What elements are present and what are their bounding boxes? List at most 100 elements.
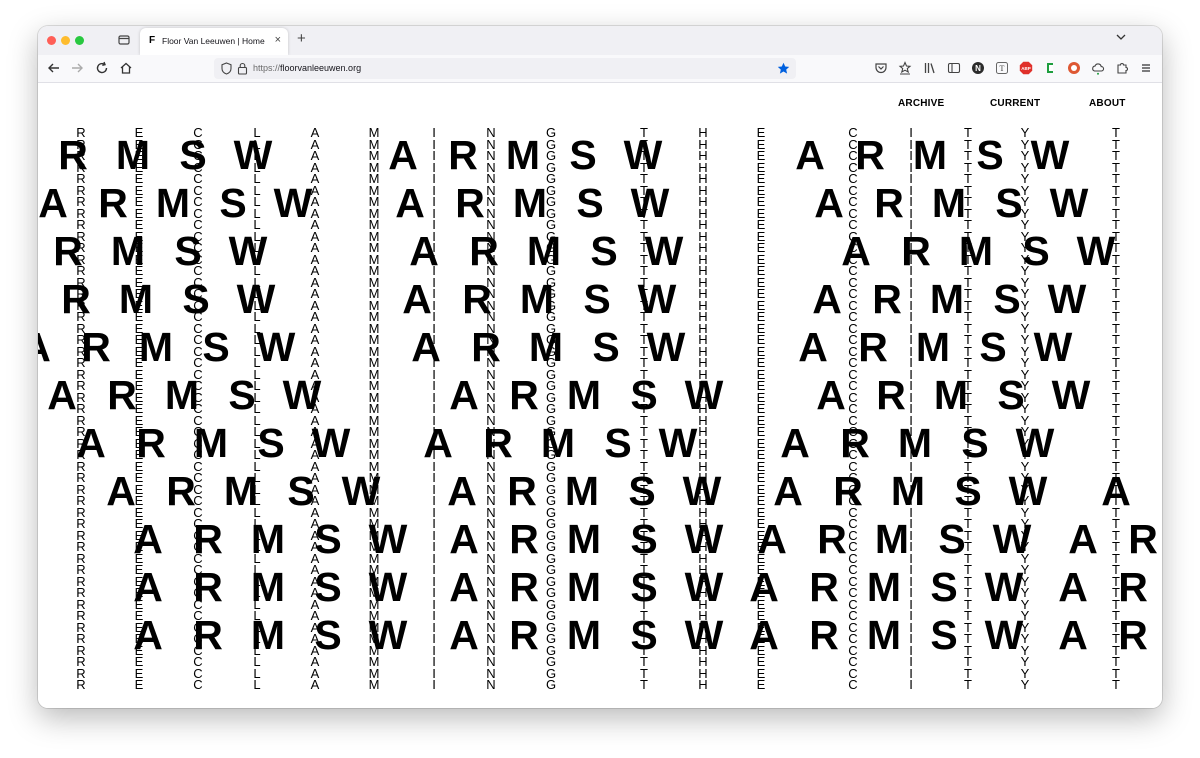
swarm-letter: M — [897, 420, 933, 466]
swarm-letter: A — [449, 516, 479, 562]
swarm-letter: S — [997, 372, 1025, 418]
active-tab[interactable]: F Floor Van Leeuwen | Home × — [140, 28, 288, 55]
swarm-word: SWARMSWARM — [663, 325, 1162, 369]
forward-arrow-icon[interactable] — [69, 60, 85, 76]
swarm-letter: M — [866, 612, 902, 658]
swarm-letter: R — [858, 324, 888, 370]
reload-icon[interactable] — [94, 60, 110, 76]
swarm-letter: R — [817, 516, 847, 562]
swarm-letter: A — [447, 468, 477, 514]
swarm-letter: M — [193, 420, 229, 466]
swarm-letter: R — [53, 228, 83, 274]
swarm-letter: R — [471, 324, 501, 370]
swarm-letter: R — [469, 228, 499, 274]
swarm-letter: R — [462, 276, 492, 322]
extension-n-icon[interactable]: N — [971, 61, 985, 75]
swarm-letter: W — [1047, 276, 1087, 322]
url-protocol: https:// — [253, 63, 281, 73]
swarm-word: SWARMSWARM — [677, 277, 1162, 321]
swarm-letter: A — [38, 277, 46, 321]
swarm-letter: R — [193, 612, 223, 658]
swarm-letter: A — [409, 228, 439, 274]
swarm-letter: M — [566, 372, 602, 418]
swarm-letter: R — [809, 612, 839, 658]
swarm-letter: A — [1101, 468, 1131, 514]
swarm-letter: S — [228, 372, 256, 418]
swarm-letter: A — [814, 180, 844, 226]
nav-archive-link[interactable]: ARCHIVE — [898, 98, 944, 109]
lock-icon[interactable] — [237, 62, 248, 75]
swarm-letter: A — [388, 132, 418, 178]
swarm-letter: A — [749, 612, 779, 658]
swarm-letter: A — [133, 564, 163, 610]
swarm-letter: S — [604, 420, 632, 466]
swarm-letter: R — [58, 132, 88, 178]
swarm-letter: R — [1146, 469, 1162, 513]
swarm-letter: A — [449, 564, 479, 610]
swarm-letter: A — [449, 612, 479, 658]
nav-current-link[interactable]: CURRENT — [990, 98, 1040, 109]
swarm-letter: R — [455, 180, 485, 226]
swarm-letter: S — [1022, 228, 1050, 274]
swarm-letter: M — [566, 516, 602, 562]
swarm-letter: S — [592, 324, 620, 370]
swarm-letter: A — [133, 516, 163, 562]
swarm-letter: R — [876, 372, 906, 418]
browser-window: F Floor Van Leeuwen | Home × + https://f… — [38, 26, 1162, 708]
swarm-word: SWARMSWARM — [681, 373, 1162, 417]
menu-icon[interactable] — [1139, 61, 1153, 75]
web-page: ARCHIVE CURRENT ABOUT R R R R R R R R R … — [38, 83, 1162, 708]
tab-list-icon[interactable] — [118, 34, 130, 45]
swarm-letter: A — [38, 180, 68, 226]
swarm-letter: M — [564, 468, 600, 514]
new-tab-button[interactable]: + — [297, 31, 306, 47]
swarm-letter: A — [411, 324, 441, 370]
minimize-window-button[interactable] — [61, 36, 70, 45]
pocket-icon[interactable] — [874, 61, 888, 75]
adblock-icon[interactable]: ABP — [1019, 61, 1033, 75]
swarm-letter: W — [1030, 132, 1070, 178]
swarm-letter: R — [1128, 516, 1158, 562]
duckduckgo-icon[interactable] — [1067, 61, 1081, 75]
zoom-window-button[interactable] — [75, 36, 84, 45]
library-icon[interactable] — [923, 61, 937, 75]
bookmark-star-icon[interactable] — [777, 62, 790, 75]
swarm-letter: M — [931, 180, 967, 226]
swarm-letter: A — [795, 132, 825, 178]
swarm-letter: R — [509, 612, 539, 658]
swarm-letter: A — [798, 324, 828, 370]
home-icon[interactable] — [118, 60, 134, 76]
swarm-letter: M — [912, 132, 948, 178]
url-host: floorvanleeuwen.org — [280, 63, 362, 73]
swarm-letter: S — [219, 180, 247, 226]
swarm-word: SWARMSWARM — [933, 517, 1162, 561]
swarm-letter: S — [576, 180, 604, 226]
swarm-letter: R — [509, 564, 539, 610]
swarm-letter: M — [874, 516, 910, 562]
swarm-letter: A — [773, 468, 803, 514]
swarm-letter: A — [780, 420, 810, 466]
nav-about-link[interactable]: ABOUT — [1089, 98, 1126, 109]
swarm-letter: R — [874, 180, 904, 226]
swarm-letter: W — [1015, 420, 1055, 466]
back-arrow-icon[interactable] — [46, 60, 62, 76]
close-window-button[interactable] — [47, 36, 56, 45]
starred-list-icon[interactable] — [898, 61, 912, 75]
swarm-letter: R — [1118, 612, 1148, 658]
swarm-letter: S — [590, 228, 618, 274]
swarm-letter: R — [833, 468, 863, 514]
chevron-down-icon[interactable] — [1116, 33, 1126, 41]
swarm-letter: A — [423, 420, 453, 466]
swarm-letter: A — [1058, 564, 1088, 610]
translate-icon[interactable]: T — [995, 61, 1009, 75]
address-bar[interactable]: https://floorvanleeuwen.org — [214, 58, 796, 79]
cloud-sync-icon[interactable] — [1091, 61, 1105, 75]
swarm-letter: A — [812, 276, 842, 322]
sidebar-icon[interactable] — [947, 61, 961, 75]
shield-icon[interactable] — [220, 62, 233, 75]
swarm-letter: S — [202, 324, 230, 370]
swarm-letter: R — [1118, 564, 1148, 610]
close-tab-icon[interactable]: × — [275, 34, 281, 46]
green-extension-icon[interactable] — [1043, 61, 1057, 75]
extensions-puzzle-icon[interactable] — [1115, 61, 1129, 75]
